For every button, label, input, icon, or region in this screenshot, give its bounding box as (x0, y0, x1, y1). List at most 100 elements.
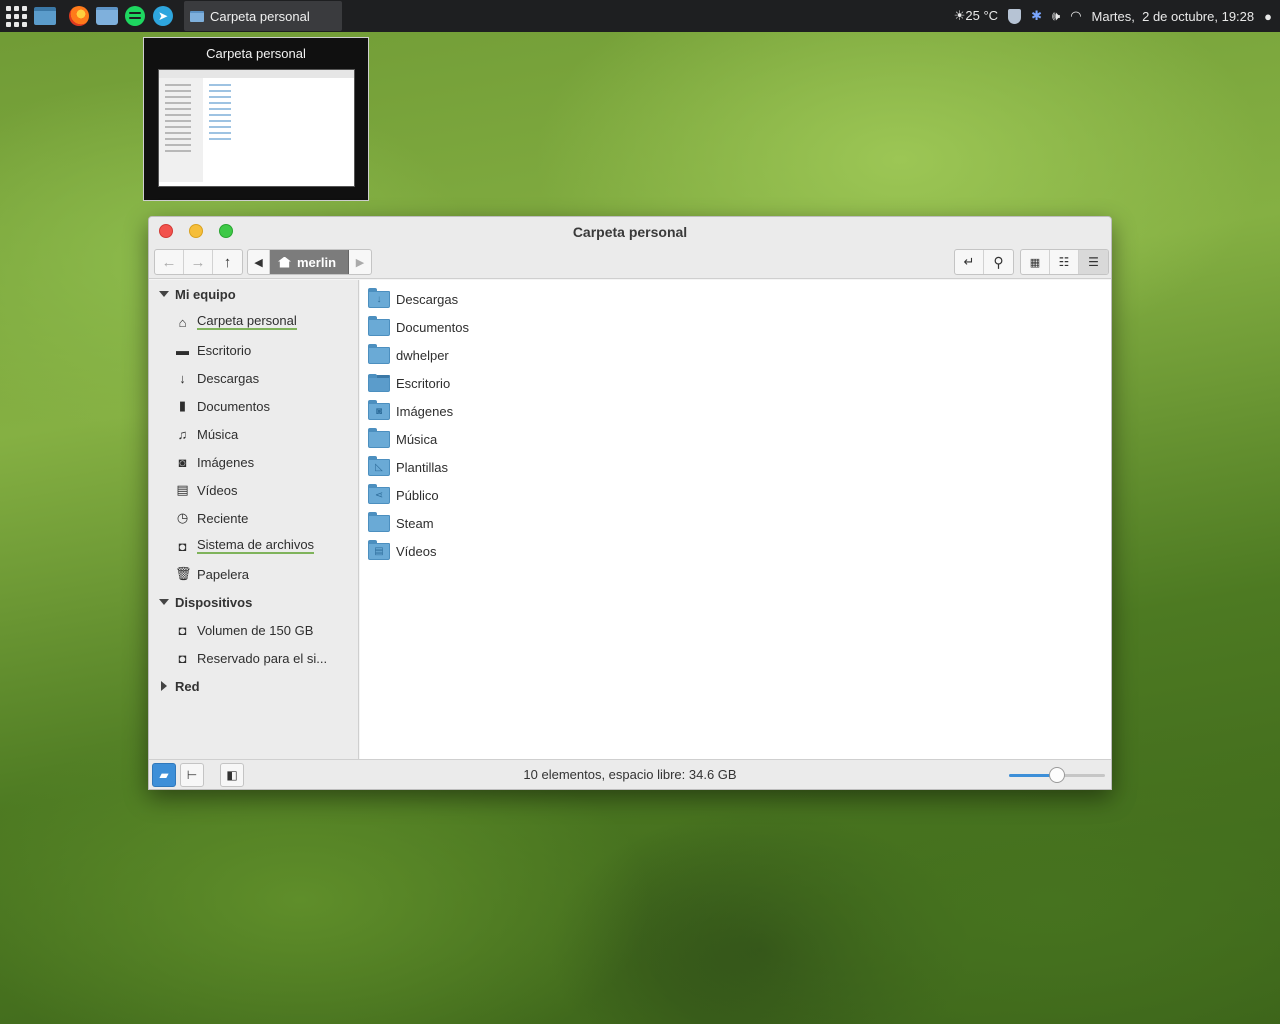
list-icon: ☷ (1058, 255, 1070, 269)
section-devices[interactable]: Dispositivos (149, 588, 358, 616)
telegram-icon: ➤ (153, 6, 173, 26)
list-item[interactable]: ◺ Plantillas (360, 453, 1111, 481)
collapse-arrow-icon (161, 681, 167, 691)
list-item[interactable]: dwhelper (360, 341, 1111, 369)
clock-icon: ◷ (176, 510, 189, 525)
list-item[interactable]: ◙ Imágenes (360, 397, 1111, 425)
toggle-sidebar-button[interactable]: ◧ (220, 763, 244, 787)
show-tree-button[interactable]: ⊢ (180, 763, 204, 787)
thumbnail-line (165, 138, 191, 140)
forward-button[interactable]: → (184, 250, 213, 274)
clock[interactable]: Martes, 2 de octubre, 19:28 (1092, 9, 1255, 24)
desktop-icon: ▬ (176, 342, 189, 358)
sidebar-item-reserved[interactable]: ◘ Reservado para el si... (149, 644, 358, 672)
sidebar-item-label: Reservado para el si... (197, 650, 328, 666)
sidebar-item-label: Sistema de archivos (197, 537, 315, 554)
drive-icon: ◘ (178, 650, 187, 666)
sidebar-item-pictures[interactable]: ◙ Imágenes (149, 448, 358, 476)
arrow-right-icon: → (190, 253, 206, 271)
location-toggle-button[interactable]: ↵ (955, 250, 984, 274)
show-desktop-launcher[interactable] (32, 0, 58, 32)
folder-videos-icon: ▤ (368, 539, 390, 560)
sidebar-item-volume-150gb[interactable]: ◘ Volumen de 150 GB (149, 616, 358, 644)
sidebar-item-music[interactable]: ♫ Música (149, 420, 358, 448)
maximize-button[interactable] (219, 224, 233, 238)
sidebar-item-label: Reciente (197, 510, 249, 526)
thumbnail-line (165, 150, 191, 152)
compact-view-button[interactable]: ☰ (1079, 250, 1108, 274)
close-button[interactable] (159, 224, 173, 238)
list-view-button[interactable]: ☷ (1050, 250, 1079, 274)
list-item[interactable]: Steam (360, 509, 1111, 537)
sidebar-item-home[interactable]: ⌂ Carpeta personal (149, 308, 358, 336)
search-button[interactable]: ⚲ (984, 250, 1013, 274)
list-item[interactable]: ⋖ Público (360, 481, 1111, 509)
minimize-button[interactable] (189, 224, 203, 238)
file-name: Documentos (396, 319, 469, 335)
up-button[interactable]: ↑ (213, 250, 242, 274)
bluetooth-icon[interactable]: ✱ (1031, 8, 1042, 24)
telegram-launcher[interactable]: ➤ (150, 0, 176, 32)
list-item[interactable]: ▤ Vídeos (360, 537, 1111, 565)
sidebar-item-desktop[interactable]: ▬ Escritorio (149, 336, 358, 364)
sidebar-item-downloads[interactable]: ↓ Descargas (149, 364, 358, 392)
breadcrumb-left-button[interactable]: ◀ (248, 250, 270, 274)
sidebar-item-recent[interactable]: ◷ Reciente (149, 504, 358, 532)
sidebar-item-documents[interactable]: ▮ Documentos (149, 392, 358, 420)
shield-icon[interactable] (1008, 8, 1022, 24)
breadcrumb-label: merlin (297, 254, 337, 270)
list-item[interactable]: Música (360, 425, 1111, 453)
sidebar-item-trash[interactable]: 🗑 Papelera (149, 560, 358, 588)
system-tray: ☀25 °C ✱ 🕪 ◠ Martes, 2 de octubre, 19:28… (954, 8, 1280, 24)
sidebar-item-videos[interactable]: ▤ Vídeos (149, 476, 358, 504)
taskbar-window-title: Carpeta personal (210, 8, 310, 24)
breadcrumb-right-button[interactable]: ▶ (349, 250, 371, 274)
weather-indicator[interactable]: ☀25 °C (954, 8, 998, 24)
status-text: 10 elementos, espacio libre: 34.6 GB (523, 767, 737, 782)
app-menu-icon[interactable] (2, 0, 30, 32)
section-computer[interactable]: Mi equipo (149, 280, 358, 308)
back-button[interactable]: ← (155, 250, 184, 274)
taskbar-window-button[interactable]: Carpeta personal (184, 1, 342, 31)
expand-arrow-icon (159, 599, 169, 605)
zoom-slider[interactable] (1009, 767, 1105, 783)
volume-icon[interactable]: 🕪 (1052, 8, 1060, 24)
icon-view-button[interactable]: ▦ (1021, 250, 1050, 274)
sidebar-item-label: Papelera (197, 566, 250, 582)
camera-icon: ◙ (178, 454, 187, 470)
thumbnail-line (209, 114, 231, 116)
file-list: ↓ Descargas Documentos dwhelper Escritor… (360, 280, 1111, 759)
window-preview[interactable]: Carpeta personal (143, 37, 369, 201)
sidebar-item-label: Escritorio (197, 342, 252, 358)
section-network[interactable]: Red (149, 672, 358, 700)
thumbnail-line (165, 108, 191, 110)
user-icon[interactable]: ● (1264, 9, 1272, 24)
sidebar-icon: ◧ (226, 768, 238, 782)
zoom-slider-handle[interactable] (1049, 767, 1065, 783)
show-places-button[interactable]: ▰ (152, 763, 176, 787)
titlebar[interactable]: Carpeta personal (149, 217, 1111, 247)
thumbnail-line (209, 108, 231, 110)
thumbnail-line (209, 138, 231, 140)
files-launcher[interactable] (94, 0, 120, 32)
firefox-launcher[interactable] (66, 0, 92, 32)
spotify-launcher[interactable] (122, 0, 148, 32)
list-item[interactable]: Documentos (360, 313, 1111, 341)
folder-download-icon: ↓ (368, 287, 390, 308)
thumbnail-line (165, 84, 191, 86)
thumbnail-line (209, 90, 231, 92)
folder-icon (368, 511, 390, 532)
list-item[interactable]: Escritorio (360, 369, 1111, 397)
sidebar-item-label: Vídeos (197, 482, 238, 498)
wifi-icon[interactable]: ◠ (1070, 8, 1081, 24)
folder-icon (368, 343, 390, 364)
section-network-label: Red (175, 678, 200, 694)
breadcrumb-home[interactable]: merlin (270, 250, 350, 274)
sidebar-item-filesystem[interactable]: ◘ Sistema de archivos (149, 532, 358, 560)
section-devices-label: Dispositivos (175, 594, 253, 610)
download-icon: ↓ (179, 370, 186, 386)
thumbnail-line (209, 126, 231, 128)
folder-desktop-icon (368, 373, 390, 392)
status-bar: 10 elementos, espacio libre: 34.6 GB ▰ ⊢… (149, 759, 1111, 789)
list-item[interactable]: ↓ Descargas (360, 285, 1111, 313)
